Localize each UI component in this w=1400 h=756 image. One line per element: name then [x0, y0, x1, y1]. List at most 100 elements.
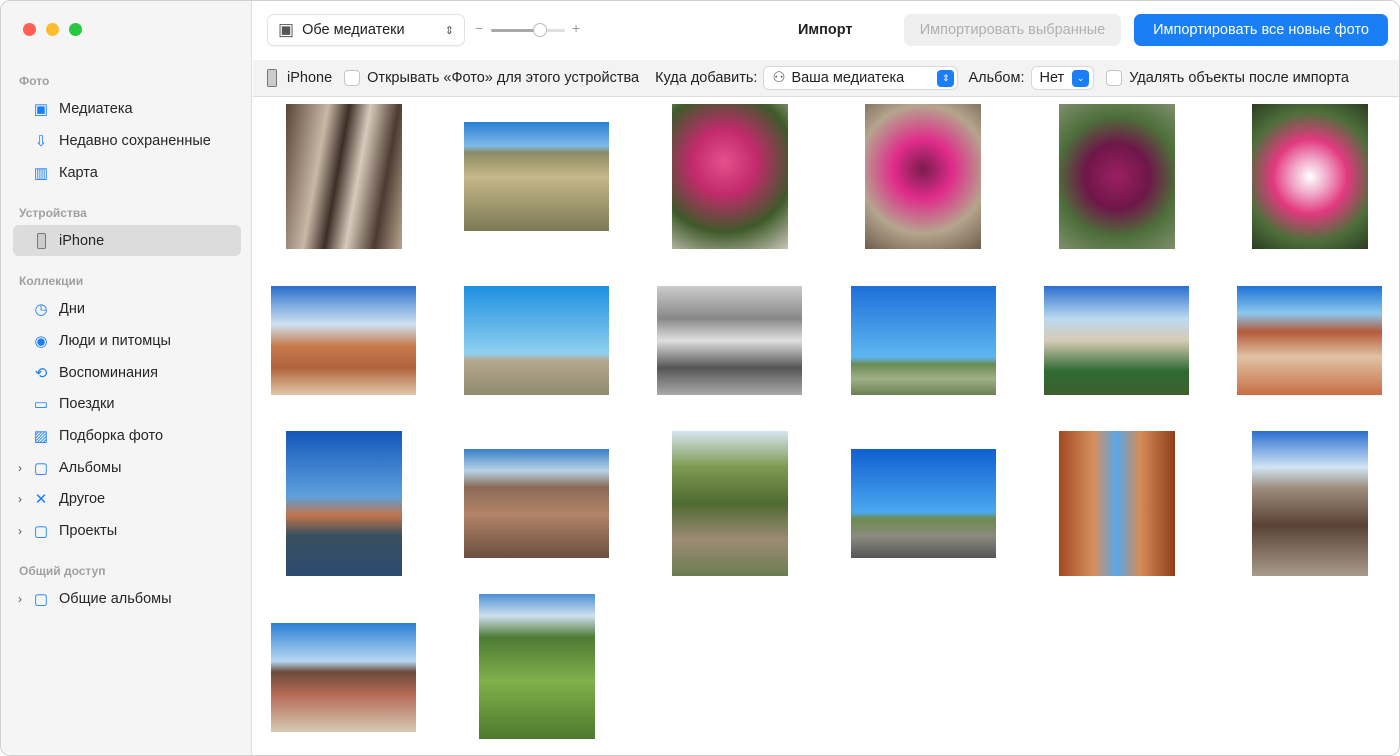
album-label: Альбом: — [968, 70, 1025, 86]
sidebar-item-albums[interactable]: › ▢ Альбомы — [13, 452, 241, 483]
photo-thumbnail[interactable] — [1237, 286, 1382, 395]
photo-thumbnail[interactable] — [286, 431, 402, 576]
photo-thumbnail[interactable] — [464, 286, 609, 395]
import-selected-button[interactable]: Импортировать выбранные — [904, 14, 1121, 46]
section-photos: Фото — [19, 74, 50, 88]
photo-thumbnail[interactable] — [672, 431, 788, 576]
label: Дни — [59, 300, 85, 317]
delete-after-import-checkbox[interactable] — [1106, 70, 1123, 86]
iphone-icon — [31, 232, 51, 250]
library-popup-value: Обе медиатеки — [302, 22, 405, 38]
label: Воспоминания — [59, 364, 159, 381]
photo-thumbnail[interactable] — [464, 122, 609, 231]
tools-icon: ✕ — [34, 490, 48, 508]
sidebar-item-trips[interactable]: ▭ Поездки — [13, 388, 241, 419]
download-tray-icon: ⇩ — [34, 132, 48, 150]
photo-icon: ▨ — [33, 427, 49, 445]
section-devices: Устройства — [19, 206, 87, 220]
zoom-in-label[interactable]: + — [572, 20, 580, 36]
sidebar-item-other[interactable]: › ✕ Другое — [13, 483, 241, 514]
zoom-button[interactable] — [69, 23, 82, 36]
zoom-out-label[interactable]: − — [475, 20, 483, 36]
photo-thumbnail[interactable] — [657, 286, 802, 395]
chevron-down-icon: ⌄ — [1072, 69, 1090, 87]
album-select[interactable]: Нет ⌄ — [1030, 66, 1095, 90]
zoom-slider-knob[interactable] — [533, 23, 547, 37]
chevron-updown-icon: ⇕ — [937, 69, 955, 87]
photos-import-window: Фото ▣ Медиатека ⇩ Недавно сохраненные ▥ Ка… — [0, 0, 1400, 756]
sidebar-item-featured[interactable]: ▨ Подборка фото — [13, 420, 241, 451]
label: Общие альбомы — [59, 590, 172, 607]
sidebar-item-shared-albums[interactable]: › ▢ Общие альбомы — [13, 583, 241, 614]
clock-icon: ◷ — [34, 300, 48, 318]
photo-thumbnail[interactable] — [865, 104, 981, 249]
map-icon: ▥ — [33, 164, 49, 182]
chevron-right-icon[interactable]: › — [18, 592, 22, 606]
label: Поездки — [59, 395, 115, 412]
photo-thumbnail[interactable] — [1044, 286, 1189, 395]
zoom-slider[interactable] — [491, 23, 565, 37]
chevron-right-icon[interactable]: › — [18, 524, 22, 538]
import-all-button[interactable]: Импортировать все новые фото — [1134, 14, 1388, 46]
sidebar-item-people[interactable]: ◉ Люди и питомцы — [13, 325, 241, 356]
delete-after-import-label: Удалять объекты после импорта — [1129, 70, 1349, 86]
open-photos-checkbox[interactable] — [344, 70, 361, 86]
photo-grid — [253, 98, 1399, 755]
window-controls — [23, 23, 82, 36]
person-circle-icon: ◉ — [34, 332, 48, 350]
chevron-right-icon[interactable]: › — [18, 461, 22, 475]
label: iPhone — [59, 232, 105, 249]
photo-thumbnail[interactable] — [672, 104, 788, 249]
label: Недавно сохраненные — [59, 132, 211, 149]
sidebar-item-library[interactable]: ▣ Медиатека — [13, 93, 241, 124]
photo-thumbnail[interactable] — [286, 104, 402, 249]
toolbar: ▣ Обе медиатеки ⇕ − + Импорт Импортирова… — [253, 1, 1399, 60]
sidebar: Фото ▣ Медиатека ⇩ Недавно сохраненные ▥ Ка… — [1, 1, 252, 755]
window-title: Импорт — [798, 22, 853, 38]
suitcase-icon: ▭ — [33, 395, 49, 413]
sidebar-item-projects[interactable]: › ▢ Проекты — [13, 515, 241, 546]
library-popup[interactable]: ▣ Обе медиатеки ⇕ — [267, 14, 465, 46]
sidebar-item-iphone[interactable]: iPhone — [13, 225, 241, 256]
person-icon: ⚇ — [772, 70, 786, 86]
chevron-right-icon[interactable]: › — [18, 492, 22, 506]
photo-library-icon: ▣ — [278, 20, 295, 39]
sidebar-item-recently-saved[interactable]: ⇩ Недавно сохраненные — [13, 125, 241, 156]
sidebar-item-days[interactable]: ◷ Дни — [13, 293, 241, 324]
photo-thumbnail[interactable] — [851, 449, 996, 558]
album-value: Нет — [1039, 70, 1065, 86]
device-name: iPhone — [287, 70, 333, 86]
label: Подборка фото — [59, 427, 164, 444]
label: Другое — [59, 490, 106, 507]
chevron-updown-icon: ⇕ — [444, 24, 454, 37]
section-collections: Коллекции — [19, 274, 84, 288]
label: Альбомы — [59, 459, 122, 476]
label: Проекты — [59, 522, 118, 539]
photo-thumbnail[interactable] — [1059, 431, 1175, 576]
label: Люди и питомцы — [59, 332, 171, 349]
album-stack-icon: ▢ — [33, 522, 49, 540]
shared-album-icon: ▢ — [33, 590, 49, 608]
minimize-button[interactable] — [46, 23, 59, 36]
destination-select[interactable]: ⚇ Ваша медиатека ⇕ — [763, 66, 959, 90]
photo-thumbnail[interactable] — [271, 286, 416, 395]
photo-thumbnail[interactable] — [1252, 104, 1368, 249]
sidebar-item-memories[interactable]: ⟲ Воспоминания — [13, 357, 241, 388]
photo-thumbnail[interactable] — [1059, 104, 1175, 249]
open-photos-label: Открывать «Фото» для этого устройства — [367, 70, 640, 86]
photo-thumbnail[interactable] — [271, 623, 416, 732]
memories-icon: ⟲ — [34, 364, 48, 382]
album-stack-icon: ▢ — [33, 459, 49, 477]
destination-label: Куда добавить: — [655, 70, 758, 86]
photo-thumbnail[interactable] — [479, 594, 595, 739]
section-shared: Общий доступ — [19, 564, 106, 578]
close-button[interactable] — [23, 23, 36, 36]
photo-thumbnail[interactable] — [851, 286, 996, 395]
import-options-bar: iPhone Открывать «Фото» для этого устрой… — [253, 60, 1399, 97]
photo-thumbnail[interactable] — [1252, 431, 1368, 576]
label: Медиатека — [59, 100, 133, 117]
sidebar-item-map[interactable]: ▥ Карта — [13, 157, 241, 188]
destination-value: Ваша медиатека — [791, 70, 905, 86]
photo-thumbnail[interactable] — [464, 449, 609, 558]
label: Карта — [59, 164, 98, 181]
